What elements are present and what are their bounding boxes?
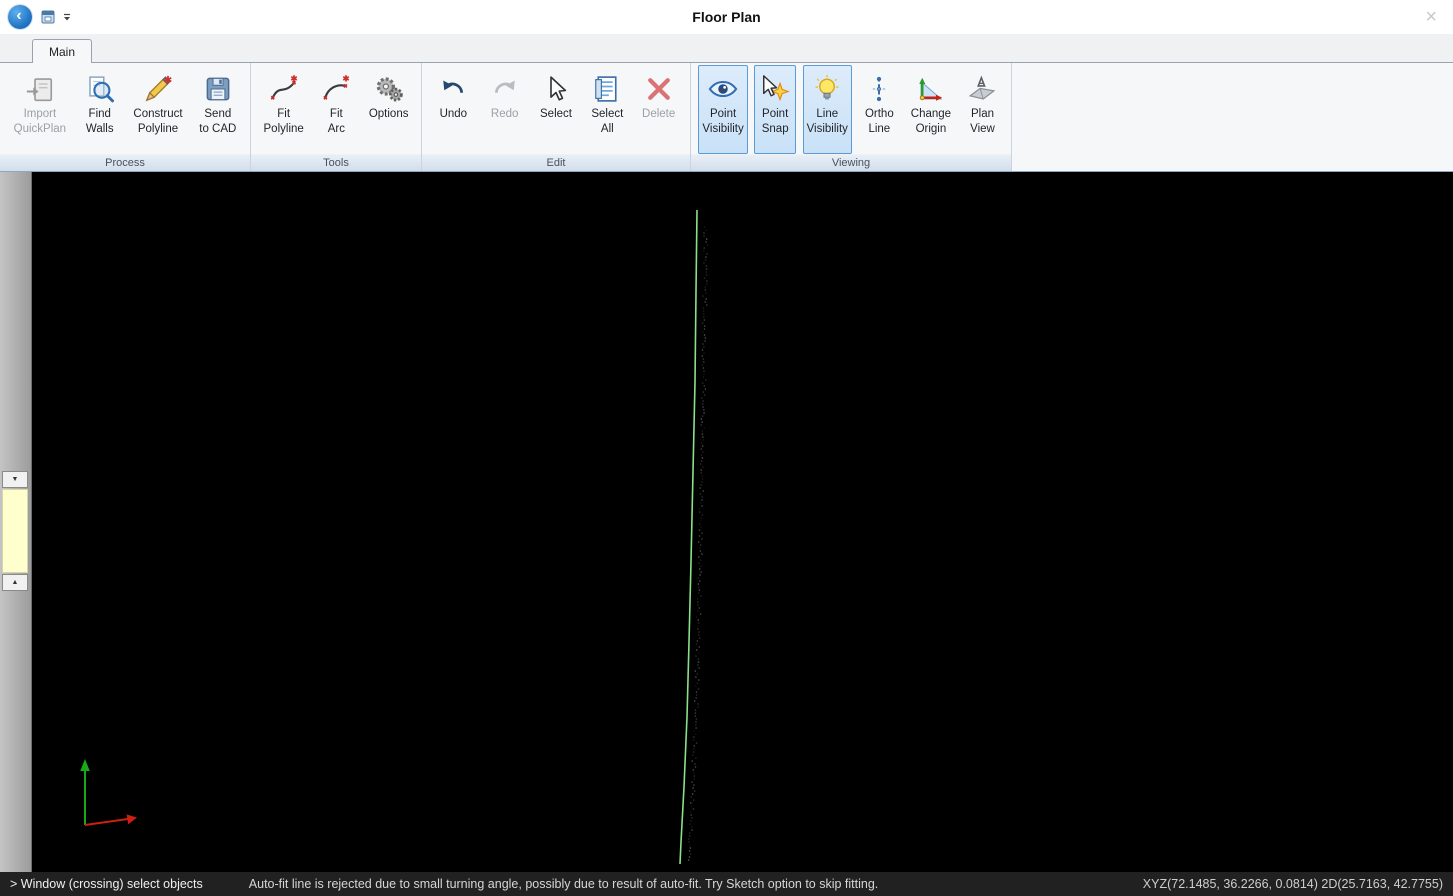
plan-sheet-icon bbox=[967, 71, 997, 107]
button-label: Line Visibility bbox=[807, 107, 848, 137]
tab-main[interactable]: Main bbox=[32, 39, 92, 63]
ucs-x-arrowhead bbox=[127, 814, 137, 824]
fit-polyline-icon bbox=[269, 71, 299, 107]
cursor-arrow-icon bbox=[541, 71, 571, 107]
panel-swatch bbox=[2, 489, 28, 573]
app-icon bbox=[40, 9, 56, 25]
fitted-wall-line[interactable] bbox=[680, 210, 697, 864]
redo-arrow-icon bbox=[490, 71, 520, 107]
panel-scroll-up-button[interactable]: ▲ bbox=[2, 574, 28, 591]
button-label: Redo bbox=[491, 107, 519, 122]
light-bulb-icon bbox=[812, 71, 842, 107]
select-all-button[interactable]: Select All bbox=[586, 65, 628, 154]
ribbon-group-tools: Fit Polyline bbox=[251, 63, 422, 171]
button-label: Plan View bbox=[970, 107, 995, 137]
ribbon-group-edit: Undo Redo bbox=[422, 63, 691, 171]
options-gears-icon bbox=[374, 71, 404, 107]
button-label: Undo bbox=[440, 107, 468, 122]
window-title: Floor Plan bbox=[0, 9, 1453, 25]
group-caption-viewing: Viewing bbox=[691, 154, 1011, 171]
panel-scroll-down-button[interactable]: ▼ bbox=[2, 471, 28, 488]
button-label: Construct Polyline bbox=[133, 107, 182, 137]
red-x-icon bbox=[644, 71, 674, 107]
workspace: ▼ ▲ bbox=[0, 172, 1453, 872]
button-label: Fit Polyline bbox=[264, 107, 304, 137]
plan-view-button[interactable]: Plan View bbox=[961, 65, 1003, 154]
floor-plan-window: ‹ Floor Plan × Main bbox=[0, 0, 1453, 896]
ribbon-tab-row: Main bbox=[0, 34, 1453, 62]
title-bar: ‹ Floor Plan × bbox=[0, 0, 1453, 34]
button-label: Point Visibility bbox=[702, 107, 743, 137]
find-walls-icon bbox=[85, 71, 115, 107]
button-label: Send to CAD bbox=[199, 107, 236, 137]
coordinate-readout: XYZ(72.1485, 36.2266, 0.0814) 2D(25.7163… bbox=[1143, 877, 1443, 891]
find-walls-button[interactable]: Find Walls bbox=[79, 65, 121, 154]
delete-button[interactable]: Delete bbox=[638, 65, 680, 154]
origin-axes-icon bbox=[916, 71, 946, 107]
button-label: Find Walls bbox=[86, 107, 114, 137]
ortho-line-button[interactable]: Ortho Line bbox=[858, 65, 900, 154]
drawing-canvas[interactable] bbox=[32, 172, 1453, 872]
undo-button[interactable]: Undo bbox=[432, 65, 474, 154]
send-to-cad-icon bbox=[203, 71, 233, 107]
button-label: Import QuickPlan bbox=[14, 107, 66, 137]
redo-button[interactable]: Redo bbox=[484, 65, 526, 154]
fit-arc-button[interactable]: Fit Arc bbox=[315, 65, 357, 154]
ortho-dashed-line-icon bbox=[864, 71, 894, 107]
change-origin-button[interactable]: Change Origin bbox=[907, 65, 955, 154]
options-button[interactable]: Options bbox=[365, 65, 413, 154]
status-message: Auto-fit line is rejected due to small t… bbox=[249, 877, 879, 891]
button-label: Ortho Line bbox=[865, 107, 894, 137]
line-visibility-button[interactable]: Line Visibility bbox=[803, 65, 852, 154]
ribbon-group-viewing: Point Visibility Point Snap bbox=[691, 63, 1012, 171]
button-label: Delete bbox=[642, 107, 675, 122]
button-label: Fit Arc bbox=[328, 107, 345, 137]
cursor-star-icon bbox=[760, 71, 790, 107]
fit-polyline-button[interactable]: Fit Polyline bbox=[260, 65, 308, 154]
status-bar: > Window (crossing) select objects Auto-… bbox=[0, 872, 1453, 896]
eye-icon bbox=[708, 71, 738, 107]
back-button[interactable]: ‹ bbox=[8, 5, 32, 29]
button-label: Select bbox=[540, 107, 572, 122]
construct-polyline-icon bbox=[143, 71, 173, 107]
send-to-cad-button[interactable]: Send to CAD bbox=[195, 65, 240, 154]
ucs-x-axis bbox=[85, 819, 128, 825]
ucs-axis-icon bbox=[80, 759, 137, 825]
group-caption-tools: Tools bbox=[251, 154, 421, 171]
point-snap-button[interactable]: Point Snap bbox=[754, 65, 796, 154]
undo-arrow-icon bbox=[438, 71, 468, 107]
ribbon-empty-space bbox=[1012, 63, 1453, 171]
select-all-document-icon bbox=[592, 71, 622, 107]
import-quickplan-button[interactable]: Import QuickPlan bbox=[10, 65, 70, 154]
command-prompt-text: > Window (crossing) select objects bbox=[10, 877, 203, 891]
select-button[interactable]: Select bbox=[535, 65, 577, 154]
left-panel-strip: ▼ ▲ bbox=[0, 172, 32, 872]
button-label: Point Snap bbox=[762, 107, 789, 137]
fit-arc-icon bbox=[321, 71, 351, 107]
button-label: Options bbox=[369, 107, 409, 122]
group-caption-process: Process bbox=[0, 154, 250, 171]
point-visibility-button[interactable]: Point Visibility bbox=[698, 65, 747, 154]
button-label: Select All bbox=[591, 107, 623, 137]
ribbon-group-process: Import QuickPlan Find Walls bbox=[0, 63, 251, 171]
group-caption-edit: Edit bbox=[422, 154, 690, 171]
ucs-y-arrowhead bbox=[80, 759, 90, 771]
qat-dropdown-icon[interactable] bbox=[62, 12, 72, 22]
button-label: Change Origin bbox=[911, 107, 951, 137]
construct-polyline-button[interactable]: Construct Polyline bbox=[129, 65, 186, 154]
import-quickplan-icon bbox=[25, 71, 55, 107]
close-button[interactable]: × bbox=[1417, 7, 1445, 27]
ribbon: Import QuickPlan Find Walls bbox=[0, 62, 1453, 172]
